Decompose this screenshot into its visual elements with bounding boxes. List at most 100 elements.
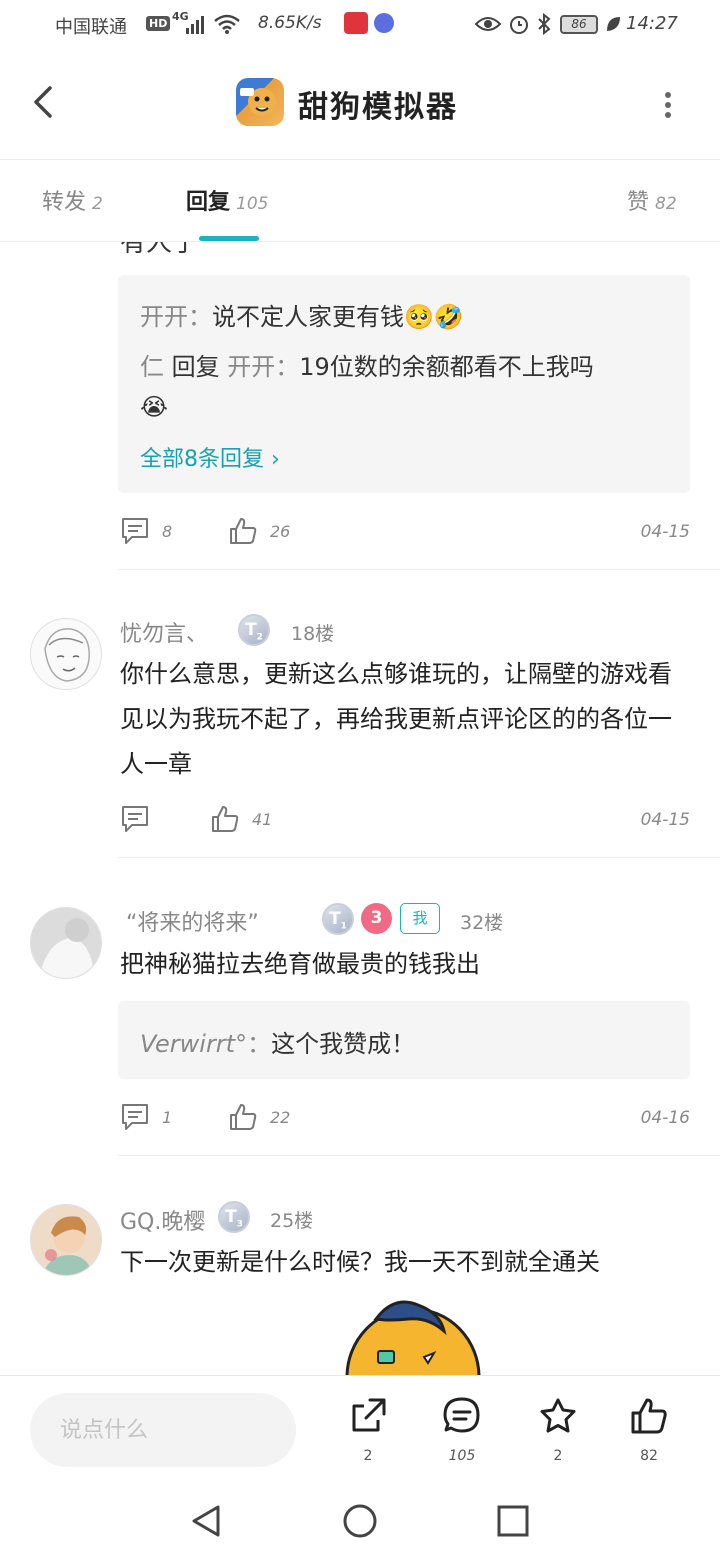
sticker-image[interactable] (338, 1297, 488, 1375)
reply-preview-box[interactable]: 开开：说不定人家更有钱🥺🤣 仁 回复 开开：19位数的余额都看不上我吗 😭 全部… (118, 275, 690, 493)
reply-line: Verwirrt°：这个我赞成！ (140, 1024, 415, 1059)
system-navigation-bar (0, 1483, 720, 1560)
bottom-action-bar: 2 105 2 82 (0, 1375, 720, 1483)
reply-author[interactable]: 开开 (140, 303, 188, 331)
like-total-count: 82 (640, 1448, 658, 1464)
comment-actions: 8 26 04-15 (118, 516, 690, 552)
comment-body: 把神秘猫拉去绝育做最贵的钱我出 (120, 950, 480, 978)
level-badge-letter: T (329, 909, 341, 929)
like-icon[interactable] (228, 1102, 258, 1132)
tab-bar: 转发 2 回复 105 赞 82 (0, 160, 720, 242)
like-icon[interactable] (228, 516, 258, 546)
music-app-icon (374, 13, 394, 33)
status-bar: 中国联通 HD 4G 8.65K/s 86 14:27 (0, 0, 720, 50)
comment-date: 04-16 (640, 1108, 690, 1128)
signal-icon (186, 16, 204, 34)
reply-to-label: 回复 (164, 353, 228, 381)
bluetooth-icon (538, 12, 551, 36)
active-tab-indicator (199, 236, 259, 241)
level-badge: T1 (322, 903, 354, 935)
wifi-icon (214, 14, 240, 34)
like-icon[interactable] (210, 804, 240, 834)
network-speed: 8.65K/s (258, 13, 322, 33)
share-icon (352, 1398, 386, 1432)
reply-preview-box[interactable]: Verwirrt°：这个我赞成！ (118, 1001, 690, 1079)
page-title: 甜狗模拟器 (298, 90, 458, 125)
divider (118, 857, 720, 858)
avatar[interactable] (30, 618, 102, 690)
comment-body: 下一次更新是什么时候？我一天不到就全通关 (120, 1248, 600, 1276)
reply-text: 这个我赞成！ (271, 1030, 416, 1058)
tab-likes[interactable]: 赞 82 (627, 184, 677, 216)
comment-input[interactable] (30, 1393, 296, 1467)
comment-author[interactable]: 忧勿言、 (120, 616, 208, 648)
comment-author[interactable]: “将来的将来” (126, 905, 259, 937)
see-all-replies-link[interactable]: 全部8条回复 › (140, 441, 280, 473)
alarm-icon (510, 16, 528, 34)
back-button[interactable] (22, 80, 66, 124)
app-header: 甜狗模拟器 (0, 50, 720, 160)
nav-recents-button[interactable] (493, 1501, 533, 1541)
reply-author[interactable]: 仁 (140, 353, 164, 381)
floor-number: 25楼 (270, 1210, 314, 1232)
tab-replies-count: 105 (236, 194, 269, 214)
like-button[interactable]: 82 (619, 1396, 679, 1464)
level-badge: T3 (218, 1201, 250, 1233)
comment-actions: 1 22 04-16 (118, 1102, 690, 1138)
tab-reposts[interactable]: 转发 2 (42, 184, 103, 216)
comment-icon[interactable] (120, 516, 150, 546)
star-icon (540, 1398, 576, 1433)
comment-icon[interactable] (120, 1102, 150, 1132)
comment-author[interactable]: GQ.晚樱 (120, 1204, 205, 1236)
comment-icon[interactable] (120, 804, 150, 834)
book-app-icon (344, 12, 368, 34)
level-badge-number: 1 (340, 921, 347, 932)
level-badge-number: 2 (256, 632, 263, 643)
level-badge-number: 3 (236, 1219, 243, 1230)
avatar[interactable] (30, 1204, 102, 1276)
carrier-label: 中国联通 (55, 17, 127, 38)
chat-bubble-icon (443, 1397, 480, 1433)
eye-icon (474, 17, 502, 31)
level-badge-letter: T (225, 1207, 237, 1227)
tab-replies-label: 回复 (186, 190, 231, 215)
battery-icon: 86 (560, 15, 598, 34)
like-count: 26 (270, 522, 291, 541)
comment-actions: 41 04-15 (118, 804, 690, 840)
nav-back-button[interactable] (186, 1501, 226, 1541)
more-options-button[interactable] (658, 90, 678, 120)
comment-count: 1 (162, 1108, 173, 1127)
reply-text: 说不定人家更有钱🥺🤣 (212, 303, 464, 331)
share-button[interactable]: 2 (338, 1396, 398, 1464)
tab-replies[interactable]: 回复 105 (186, 184, 268, 216)
reply-target[interactable]: 开开 (227, 353, 275, 381)
reply-text: 19位数的余额都看不上我吗 (299, 353, 594, 381)
floor-number: 18楼 (291, 623, 335, 645)
comment-count: 8 (162, 522, 173, 541)
avatar[interactable] (30, 907, 102, 979)
comment-input-container[interactable] (30, 1393, 296, 1467)
floor-number: 32楼 (460, 912, 504, 934)
hd-badge: HD (146, 16, 171, 31)
app-logo (236, 78, 284, 126)
reply-line: 开开：说不定人家更有钱🥺🤣 (140, 297, 464, 332)
comment-button[interactable]: 105 (432, 1396, 492, 1464)
level-badge-letter: T (245, 620, 257, 640)
me-tag: 我 (400, 903, 440, 934)
reply-line: 仁 回复 开开：19位数的余额都看不上我吗 (140, 347, 594, 382)
tab-likes-count: 82 (655, 194, 677, 214)
like-count: 41 (252, 810, 273, 829)
divider (118, 569, 720, 570)
tab-likes-label: 赞 (627, 190, 650, 215)
like-count: 22 (270, 1108, 291, 1127)
nav-home-button[interactable] (340, 1501, 380, 1541)
partial-comment-text: 有人了 (120, 242, 199, 258)
comment-body: 你什么意思，更新这么点够谁玩的，让隔壁的游戏看见以为我玩不起了，再给我更新点评论… (120, 660, 672, 778)
fan-badge: 3 (361, 903, 392, 934)
reply-author[interactable]: Verwirrt° (140, 1030, 247, 1058)
comment-total-count: 105 (448, 1448, 476, 1464)
favorite-button[interactable]: 2 (528, 1396, 588, 1464)
comment-list[interactable]: 有人了 开开：说不定人家更有钱🥺🤣 仁 回复 开开：19位数的余额都看不上我吗 … (0, 242, 720, 1375)
reply-line-continued: 😭 (140, 393, 169, 421)
thumbs-up-icon (631, 1398, 667, 1434)
